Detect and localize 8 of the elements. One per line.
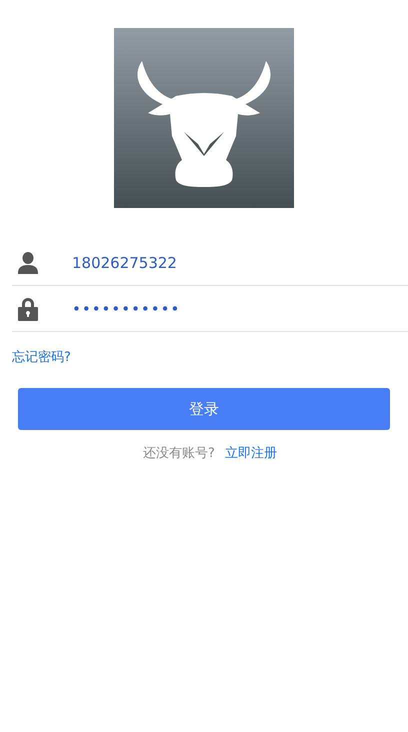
register-link[interactable]: 立即注册 — [224, 444, 277, 462]
register-prompt: 还没有账号? — [143, 445, 215, 462]
phone-field[interactable]: 18026275322 — [72, 254, 408, 272]
login-button[interactable]: 登录 — [18, 388, 390, 430]
forgot-password-link[interactable]: 忘记密码? — [12, 348, 71, 366]
lock-icon — [18, 296, 38, 320]
password-field[interactable]: ••••••••••• — [72, 300, 408, 318]
user-icon — [18, 252, 38, 274]
